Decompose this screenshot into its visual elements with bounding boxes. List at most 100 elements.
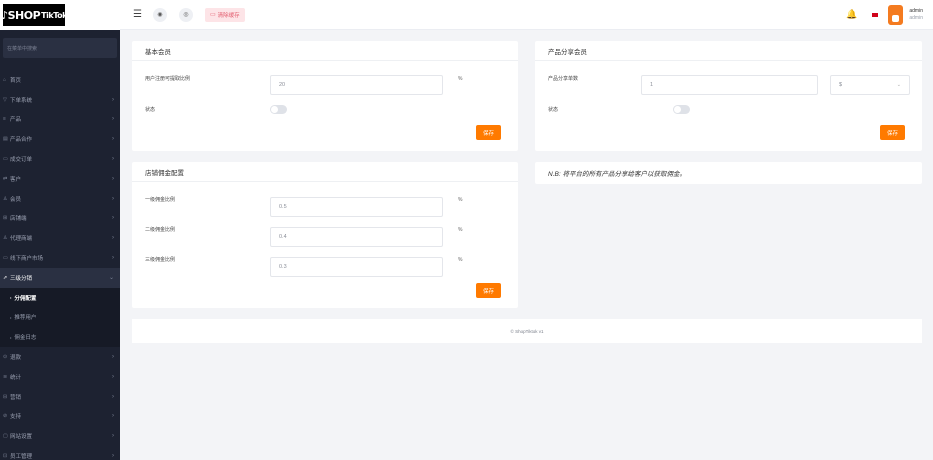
sidebar-item[interactable]: ⊞ 店铺端 › (0, 209, 120, 229)
sidebar-item[interactable]: ≡ 产品 › (0, 110, 120, 130)
sidebar-item-label: 网站设置 (10, 434, 33, 441)
refresh-button[interactable]: ◉ (153, 7, 167, 22)
sidebar-item[interactable]: ⊡ 员工管理 › (0, 446, 120, 460)
sidebar-subitem-label: 佣金日志 (14, 335, 37, 342)
admin-role: admin (909, 14, 923, 21)
menu-icon: ⊡ (3, 453, 8, 460)
clear-cache-button[interactable]: ▭ 清除缓存 (205, 7, 245, 22)
sidebar-item[interactable]: ⌂ 首页 (0, 70, 120, 90)
note-text: N.B: 将平台的所有产品分享给客户以获取佣金。 (548, 171, 686, 178)
commission-level-label: 一级佣金比例 (145, 197, 176, 203)
bullet-icon: • (10, 295, 12, 301)
sidebar-item[interactable]: ▭ 成交订单 › (0, 149, 120, 169)
menu-icon: ⇄ (3, 175, 8, 182)
chevron-right-icon: › (112, 215, 114, 222)
commission-level-input[interactable]: 0.3 (270, 257, 443, 277)
sidebar-item[interactable]: ♙ 会员 › (0, 189, 120, 209)
commission-level-unit: % (458, 257, 463, 263)
bullet-icon: • (10, 334, 12, 340)
hamburger-menu-icon[interactable]: ☰ (133, 9, 142, 20)
share-save-button[interactable]: 保存 (880, 125, 906, 140)
commission-level-unit: % (458, 227, 463, 233)
basic-save-button[interactable]: 保存 (476, 125, 502, 140)
sidebar-item-label: 客户 (10, 176, 22, 183)
sidebar-item-label: 店铺端 (10, 216, 27, 223)
logo[interactable]: ♪ SHOP TikTok (0, 0, 120, 30)
settings-button[interactable]: ◎ (179, 7, 193, 22)
sidebar-subitem[interactable]: • 分佣配置 (0, 287, 120, 308)
footer: © ShopTiktok v1 (132, 319, 922, 343)
logo-sub: TikTok (41, 10, 67, 20)
admin-info[interactable]: admin admin (909, 8, 923, 22)
sidebar-item[interactable]: ▭ 线下商户市场 › (0, 248, 120, 268)
basic-member-title: 基本会员 (132, 41, 518, 61)
sidebar-item[interactable]: ▽ 下单系统 › (0, 90, 120, 110)
clear-cache-label: 清除缓存 (217, 12, 240, 19)
sidebar-item-label: 统计 (10, 374, 22, 381)
sidebar-subitem-label: 推荐用户 (14, 315, 37, 322)
sidebar-item-label: 产品合作 (10, 137, 33, 144)
sidebar-item[interactable]: ⇄ 客户 › (0, 169, 120, 189)
chevron-right-icon: › (112, 354, 114, 361)
chevron-right-icon: › (112, 413, 114, 420)
sidebar-item-label: 退款 (10, 355, 22, 362)
chevron-right-icon: › (112, 116, 114, 123)
sidebar-subitem[interactable]: • 佣金日志 (0, 327, 120, 348)
commission-level-label: 三级佣金比例 (145, 257, 176, 263)
header-right: 🔔 admin admin (846, 4, 933, 25)
menu-icon: ⇗ (3, 274, 8, 281)
avatar[interactable] (888, 4, 904, 25)
menu-icon: ⌂ (3, 76, 7, 83)
sidebar-submenu: • 分佣配置 • 推荐用户 • 佣金日志 (0, 287, 120, 348)
commission-title: 店铺佣金配置 (132, 162, 518, 182)
note-card: N.B: 将平台的所有产品分享给客户以获取佣金。 (535, 162, 922, 184)
chevron-right-icon: › (112, 433, 114, 440)
sidebar-subitem-label: 分佣配置 (14, 295, 37, 302)
menu-icon: ≡ (3, 116, 6, 123)
sidebar-search-input[interactable]: 在菜单中搜索 (3, 38, 117, 58)
commission-level-label: 二级佣金比例 (145, 227, 176, 233)
logo-main: SHOP (7, 8, 41, 22)
sidebar-item[interactable]: ▤ 产品合作 › (0, 129, 120, 149)
register-ratio-label: 用户注册可提取比例 (145, 76, 191, 82)
chevron-right-icon: › (112, 453, 114, 460)
menu-icon: ▽ (3, 96, 7, 103)
sidebar-item-label: 首页 (10, 77, 22, 84)
register-ratio-unit: % (458, 76, 463, 82)
chevron-right-icon: › (112, 255, 114, 262)
sidebar-item[interactable]: ⊟ 营销 › (0, 387, 120, 407)
menu-icon: ▭ (3, 156, 8, 163)
sidebar-item[interactable]: ▢ 网站设置 › (0, 426, 120, 446)
basic-member-card: 基本会员 用户注册可提取比例 20 % 状态 保存 (132, 41, 518, 151)
menu-icon: ⊙ (3, 354, 8, 361)
basic-status-toggle[interactable] (270, 105, 287, 114)
commission-level-input[interactable]: 0.4 (270, 227, 443, 247)
language-flag-icon[interactable] (872, 12, 879, 17)
chevron-right-icon: › (112, 393, 114, 400)
menu-icon: ⊘ (3, 413, 8, 420)
basic-status-label: 状态 (145, 107, 156, 113)
sidebar-item[interactable]: ♙ 代理商端 › (0, 228, 120, 248)
share-status-toggle[interactable] (673, 105, 690, 114)
sidebar-item-label: 代理商端 (10, 236, 33, 243)
chevron-down-icon: ⌄ (896, 82, 901, 88)
currency-select[interactable]: $ ⌄ (830, 75, 910, 95)
share-count-label: 产品分享单数 (548, 76, 579, 82)
commission-level-unit: % (458, 197, 463, 203)
chevron-right-icon: › (112, 96, 114, 103)
sidebar-subitem[interactable]: • 推荐用户 (0, 307, 120, 328)
commission-save-button[interactable]: 保存 (476, 283, 502, 298)
monitor-icon: ▭ (210, 12, 216, 18)
sidebar-item[interactable]: ⊘ 支持 › (0, 407, 120, 427)
menu-icon: ⊞ (3, 215, 8, 222)
sidebar-item[interactable]: ⊙ 退款 › (0, 347, 120, 367)
register-ratio-input[interactable]: 20 (270, 75, 443, 95)
chevron-right-icon: › (112, 235, 114, 242)
bell-icon[interactable]: 🔔 (846, 9, 857, 20)
app-root: ♪ SHOP TikTok 在菜单中搜索 ⌂ 首页 ▽ 下单系统 › ≡ 产品 › ▤ 产品合作 ›… (0, 0, 933, 460)
chevron-right-icon: › (112, 156, 114, 163)
share-count-input[interactable]: 1 (641, 75, 818, 95)
commission-level-input[interactable]: 0.5 (270, 197, 443, 217)
sidebar-item[interactable]: ≋ 统计 › (0, 367, 120, 387)
sidebar-item[interactable]: ⇗ 三级分销 ⌄ (0, 267, 120, 288)
